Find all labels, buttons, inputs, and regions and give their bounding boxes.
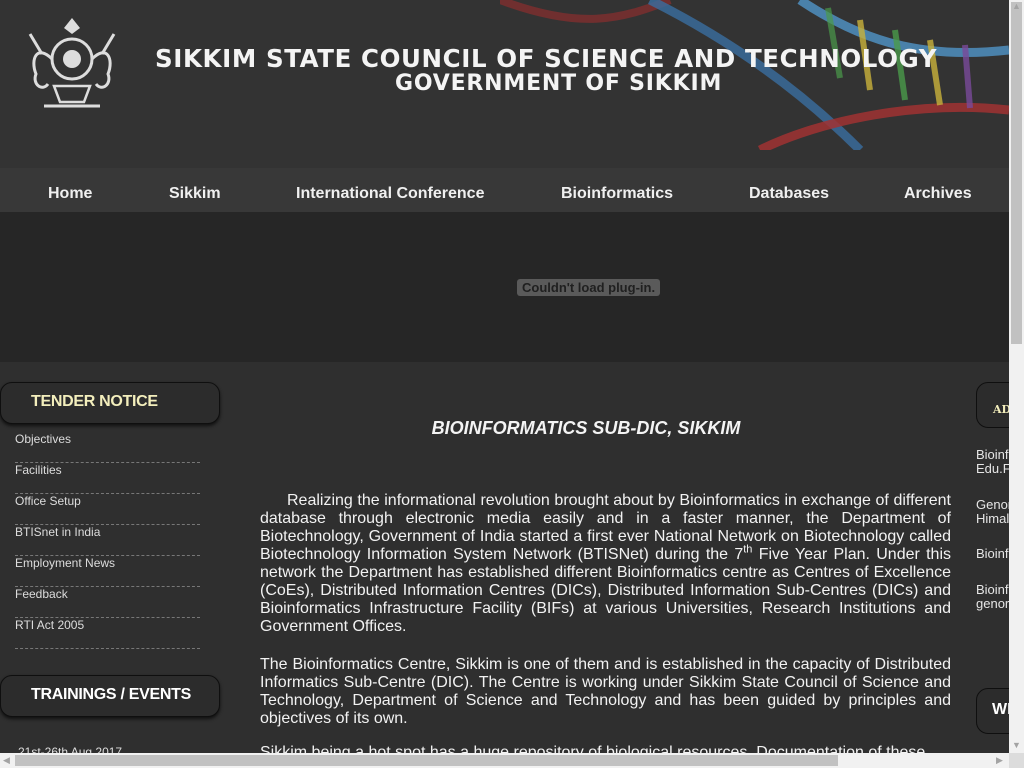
scroll-left-icon[interactable]: ◀	[3, 755, 10, 766]
right-link-2-line1: Genor	[976, 497, 1009, 512]
page-title: BIOINFORMATICS SUB-DIC, SIKKIM	[431, 418, 741, 438]
right-link-3-line1: Bioinf	[976, 546, 1009, 561]
site-header: SIKKIM STATE COUNCIL OF SCIENCE AND TECH…	[0, 0, 1009, 150]
tender-notice-label: TENDER NOTICE	[31, 393, 158, 410]
right-sidebar-heading-2-label: WI	[992, 701, 1009, 718]
resources-paragraph: Sikkim being a hot spot has a huge repos…	[260, 744, 926, 753]
scrollbar-corner	[1009, 753, 1024, 768]
trainings-events-label: TRAININGS / EVENTS	[31, 686, 191, 703]
tender-notice-heading[interactable]: TENDER NOTICE	[0, 382, 220, 424]
right-link-3[interactable]: Bioinf	[976, 547, 1009, 561]
page-viewport: SIKKIM STATE COUNCIL OF SCIENCE AND TECH…	[0, 0, 1009, 753]
sidebar-item-feedback[interactable]: Feedback	[15, 587, 200, 618]
nav-international-conference[interactable]: International Conference	[296, 185, 484, 203]
right-link-1[interactable]: Bioinf Edu.F	[976, 448, 1009, 476]
main-nav: Home Sikkim International Conference Bio…	[0, 150, 1009, 212]
sidebar-item-facilities[interactable]: Facilities	[15, 463, 200, 494]
right-link-4-line1: Bioinf	[976, 582, 1009, 597]
sidebar-item-rti-act[interactable]: RTI Act 2005	[15, 618, 200, 649]
nav-home[interactable]: Home	[48, 185, 92, 203]
sidebar-item-employment-news[interactable]: Employment News	[15, 556, 200, 587]
right-sidebar-heading-label: AD	[993, 403, 1009, 416]
right-link-4-line2: genor	[976, 596, 1009, 611]
centre-paragraph: The Bioinformatics Centre, Sikkim is one…	[260, 656, 951, 727]
site-subtitle: GOVERNMENT OF SIKKIM	[395, 71, 723, 96]
plugin-error-message: Couldn't load plug-in.	[517, 279, 661, 296]
horizontal-scrollbar-thumb[interactable]	[15, 755, 838, 766]
trainings-events-heading[interactable]: TRAININGS / EVENTS	[0, 675, 220, 717]
nav-archives[interactable]: Archives	[904, 185, 972, 203]
scroll-down-icon[interactable]: ▼	[1012, 740, 1021, 750]
site-title: SIKKIM STATE COUNCIL OF SCIENCE AND TECH…	[155, 44, 938, 73]
nav-databases[interactable]: Databases	[749, 185, 829, 203]
plugin-area: Couldn't load plug-in.	[0, 212, 1009, 362]
nav-bar	[0, 168, 1009, 212]
right-link-4[interactable]: Bioinf genor	[976, 583, 1009, 611]
sidebar-item-objectives[interactable]: Objectives	[15, 432, 200, 463]
right-sidebar-heading-2[interactable]: WI	[976, 688, 1009, 734]
intro-paragraph: Realizing the informational revolution b…	[260, 492, 951, 636]
scroll-up-icon[interactable]: ▲	[1012, 1, 1021, 11]
sikkim-emblem-icon	[28, 18, 116, 108]
nav-sikkim[interactable]: Sikkim	[169, 185, 221, 203]
sidebar-item-btisnet[interactable]: BTISnet in India	[15, 525, 200, 556]
right-link-2[interactable]: Genor Himal	[976, 498, 1009, 526]
vertical-scrollbar-thumb[interactable]	[1011, 2, 1022, 344]
scroll-right-icon[interactable]: ▶	[996, 755, 1003, 766]
right-sidebar-heading[interactable]: AD	[976, 382, 1009, 428]
sidebar-item-office-setup[interactable]: Office Setup	[15, 494, 200, 525]
right-link-1-line1: Bioinf	[976, 447, 1009, 462]
right-link-1-line2: Edu.F	[976, 461, 1009, 476]
right-link-2-line2: Himal	[976, 511, 1009, 526]
event-date-link[interactable]: 21st-26th Aug 2017	[18, 745, 122, 753]
nav-bioinformatics[interactable]: Bioinformatics	[561, 185, 673, 203]
